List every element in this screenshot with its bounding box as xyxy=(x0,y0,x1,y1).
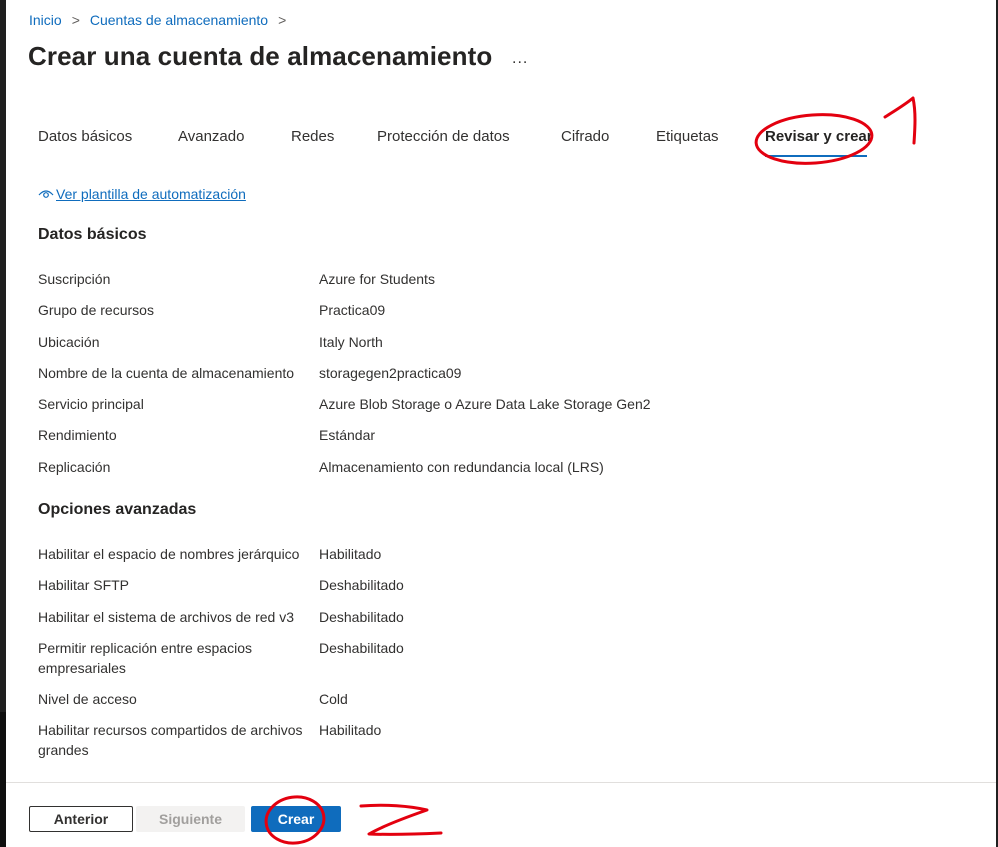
row-label: Habilitar el sistema de archivos de red … xyxy=(38,609,295,625)
section-title-basics: Datos básicos xyxy=(38,226,147,243)
row-label: Ubicación xyxy=(38,334,100,350)
row-label: Habilitar SFTP xyxy=(38,577,130,593)
chevron-right-icon: > xyxy=(278,12,287,28)
breadcrumb-storage-accounts-link[interactable]: Cuentas de almacenamiento xyxy=(90,12,268,28)
row-value: Deshabilitado xyxy=(319,577,404,593)
more-options-icon[interactable]: ... xyxy=(512,50,528,68)
row-value: Deshabilitado xyxy=(319,609,404,625)
chevron-right-icon: > xyxy=(71,12,80,28)
row-label: Suscripción xyxy=(38,271,111,287)
tab-avanzado[interactable]: Avanzado xyxy=(178,128,244,145)
footer-divider xyxy=(6,782,996,783)
row-value: Estándar xyxy=(319,427,376,443)
section-title-advanced: Opciones avanzadas xyxy=(38,501,197,518)
row-value: Habilitado xyxy=(319,546,382,562)
row-label: Nombre de la cuenta de almacenamiento xyxy=(38,365,295,381)
row-value: Cold xyxy=(319,691,348,707)
row-value: Almacenamiento con redundancia local (LR… xyxy=(319,459,604,475)
breadcrumb: Inicio > Cuentas de almacenamiento > xyxy=(29,12,296,28)
tab-redes[interactable]: Redes xyxy=(291,128,334,145)
active-tab-indicator xyxy=(765,155,867,157)
row-value: Azure for Students xyxy=(319,271,435,287)
row-label: Nivel de acceso xyxy=(38,691,137,707)
tab-bar: Datos básicos Avanzado Redes Protección … xyxy=(0,120,990,160)
row-value: Habilitado xyxy=(319,722,382,738)
breadcrumb-home-link[interactable]: Inicio xyxy=(29,12,62,28)
next-button[interactable]: Siguiente xyxy=(136,806,245,832)
row-value: storagegen2practica09 xyxy=(319,365,462,381)
row-value: Deshabilitado xyxy=(319,640,404,656)
tab-cifrado[interactable]: Cifrado xyxy=(561,128,609,145)
row-label: Habilitar el espacio de nombres jerárqui… xyxy=(38,546,300,562)
tab-revisar-y-crear[interactable]: Revisar y crear xyxy=(765,128,873,145)
tab-etiquetas[interactable]: Etiquetas xyxy=(656,128,719,145)
tab-datos-basicos[interactable]: Datos básicos xyxy=(38,128,132,145)
row-label: Grupo de recursos xyxy=(38,302,154,318)
row-label: Habilitar recursos compartidos de archiv… xyxy=(38,722,303,758)
tab-proteccion-de-datos[interactable]: Protección de datos xyxy=(377,128,510,145)
row-value: Italy North xyxy=(319,334,383,350)
row-label: Replicación xyxy=(38,459,111,475)
left-window-edge-dark xyxy=(0,712,6,847)
eye-icon xyxy=(38,190,54,198)
view-automation-template-link[interactable]: Ver plantilla de automatización xyxy=(38,186,246,202)
row-value: Azure Blob Storage o Azure Data Lake Sto… xyxy=(319,396,651,412)
row-label: Permitir replicación entre espacios empr… xyxy=(38,640,252,676)
previous-button[interactable]: Anterior xyxy=(29,806,133,832)
page-title: Crear una cuenta de almacenamiento xyxy=(28,41,493,71)
row-label: Rendimiento xyxy=(38,427,117,443)
automation-link-label: Ver plantilla de automatización xyxy=(56,186,246,202)
annotation-number-2 xyxy=(359,803,443,836)
create-button[interactable]: Crear xyxy=(251,806,341,832)
row-label: Servicio principal xyxy=(38,396,144,412)
row-value: Practica09 xyxy=(319,302,386,318)
